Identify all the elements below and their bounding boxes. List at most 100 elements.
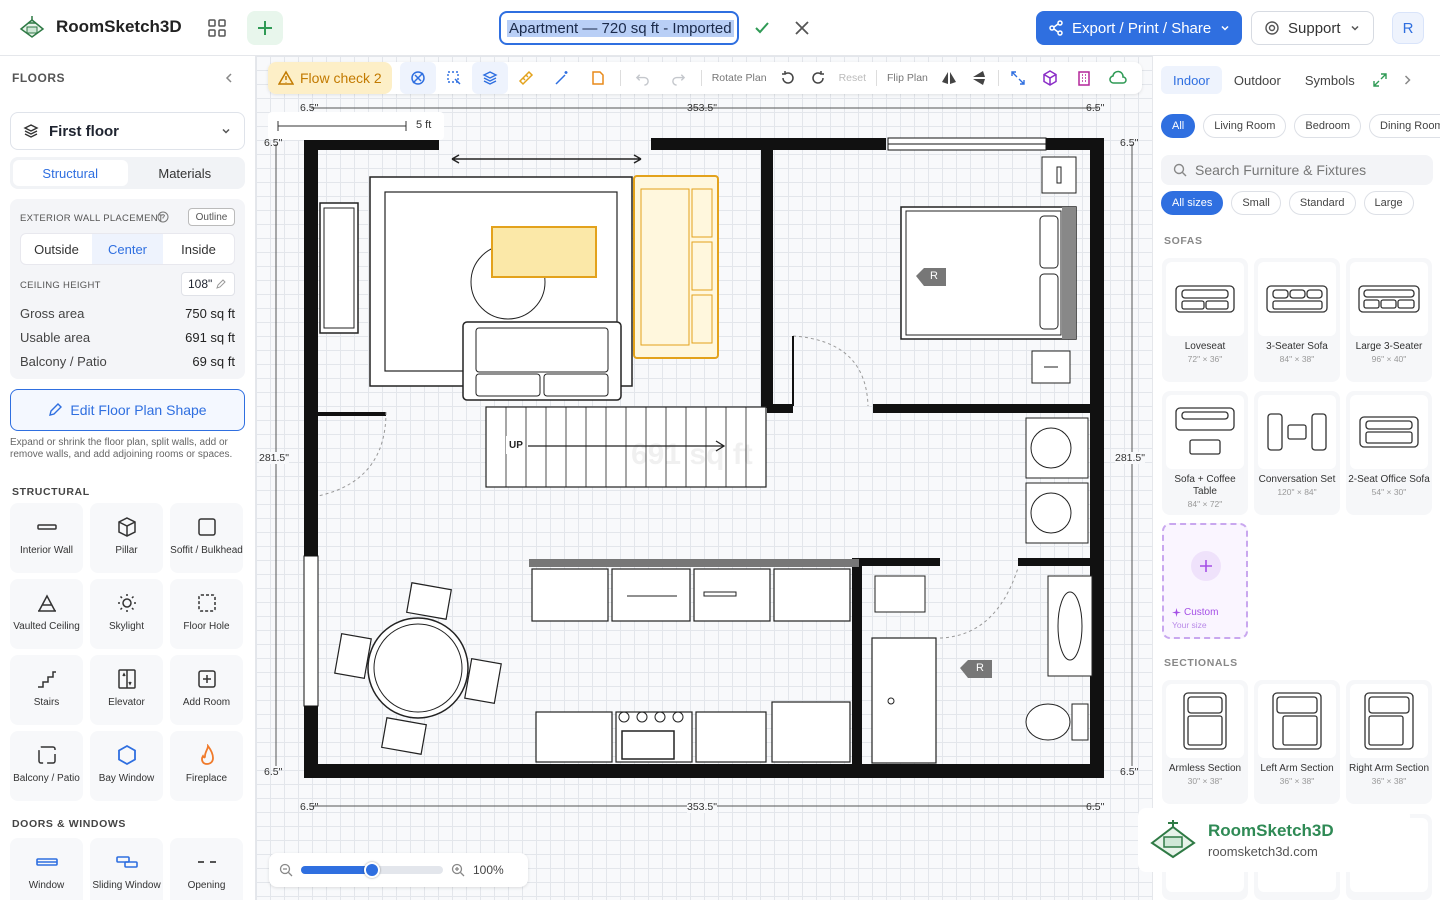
stat-gross: Gross area 750 sq ft [20, 306, 235, 321]
zoom-slider-handle[interactable] [364, 862, 380, 878]
chip-all-sizes[interactable]: All sizes [1161, 191, 1224, 215]
tab-materials[interactable]: Materials [128, 160, 243, 186]
pencil-icon [49, 403, 63, 416]
layers-button[interactable] [471, 62, 508, 94]
cloud-save-button[interactable] [1101, 62, 1135, 94]
note-tool-button[interactable] [580, 62, 616, 94]
chip-standard[interactable]: Standard [1288, 191, 1356, 215]
project-title-input[interactable]: Apartment — 720 sq ft - Imported [499, 11, 739, 45]
furniture-card[interactable]: 3-Seater Sofa 84" × 38" [1254, 258, 1340, 382]
floor-name: First floor [49, 122, 119, 140]
flame-icon [200, 744, 214, 765]
tool-pillar[interactable]: Pillar [90, 503, 163, 573]
tool-opening[interactable]: Opening [170, 838, 243, 900]
chip-small[interactable]: Small [1231, 191, 1281, 215]
note-icon [591, 71, 604, 85]
furniture-card[interactable]: Conversation Set 120" × 84" [1254, 391, 1340, 515]
confirm-title-button[interactable] [744, 11, 780, 45]
furniture-card[interactable]: Sofa + Coffee Table 84" × 72" [1162, 391, 1248, 515]
left-sidebar: FLOORS First floor Structural Materials … [0, 56, 256, 900]
flip-vertical-button[interactable] [964, 62, 994, 94]
furniture-name: Right Arm Section [1348, 763, 1430, 774]
tool-soffit[interactable]: Soffit / Bulkhead [170, 503, 243, 573]
share-icon [1049, 20, 1063, 36]
custom-furniture-card[interactable]: Custom Your size [1162, 523, 1248, 639]
tool-bay-window[interactable]: Bay Window [90, 731, 163, 801]
undo-button[interactable] [625, 62, 661, 94]
collapse-sidebar-icon[interactable] [222, 71, 236, 85]
dashboard-button[interactable] [199, 11, 235, 45]
tool-add-room[interactable]: Add Room [170, 655, 243, 725]
tool-window[interactable]: Window [10, 838, 83, 900]
chip-bedroom[interactable]: Bedroom [1294, 114, 1362, 138]
wall-placement-label: EXTERIOR WALL PLACEMENT [20, 213, 164, 224]
tool-fireplace[interactable]: Fireplace [170, 731, 243, 801]
tab-structural[interactable]: Structural [13, 160, 128, 186]
floor-plan-drawing[interactable] [256, 56, 1152, 900]
furniture-card[interactable]: Left Arm Section 36" × 38" [1254, 680, 1340, 804]
tab-symbols[interactable]: Symbols [1293, 66, 1367, 94]
area-overlay: 691 sq ft [631, 438, 753, 471]
export-button[interactable]: Export / Print / Share [1036, 11, 1242, 45]
user-avatar[interactable]: R [1392, 12, 1424, 44]
flip-horizontal-button[interactable] [934, 62, 964, 94]
ceiling-height-input[interactable]: 108" [181, 272, 235, 296]
edit-floor-plan-button[interactable]: Edit Floor Plan Shape [10, 389, 245, 431]
floor-select[interactable]: First floor [10, 112, 245, 150]
furniture-card[interactable]: Armless Section 30" × 38" [1162, 680, 1248, 804]
check-icon [755, 22, 769, 34]
tool-sliding-window[interactable]: Sliding Window [90, 838, 163, 900]
chip-all-rooms[interactable]: All [1161, 114, 1196, 138]
3d-view-button[interactable] [1033, 62, 1067, 94]
placement-inside[interactable]: Inside [163, 234, 234, 264]
add-button[interactable] [247, 11, 283, 45]
rotate-left-button[interactable] [773, 62, 803, 94]
tool-stairs[interactable]: Stairs [10, 655, 83, 725]
support-button[interactable]: Support [1251, 11, 1374, 45]
chevron-right-icon[interactable] [1401, 74, 1413, 86]
cancel-title-button[interactable] [784, 11, 820, 45]
sofas-heading: SOFAS [1164, 235, 1203, 247]
building-view-button[interactable] [1067, 62, 1101, 94]
loveseat-icon [1175, 285, 1235, 313]
placement-center[interactable]: Center [92, 234, 163, 264]
zoom-slider[interactable] [301, 862, 443, 878]
tool-interior-wall[interactable]: Interior Wall [10, 503, 83, 573]
rotate-right-button[interactable] [803, 62, 833, 94]
flow-check-button[interactable]: Flow check 2 [268, 62, 392, 94]
door-tag[interactable]: R [930, 270, 938, 282]
furniture-card[interactable]: Right Arm Section 36" × 38" [1346, 680, 1432, 804]
help-icon[interactable] [157, 211, 169, 223]
auto-tool-button[interactable] [544, 62, 580, 94]
tool-elevator[interactable]: Elevator [90, 655, 163, 725]
stat-label: Usable area [20, 330, 91, 345]
tab-outdoor[interactable]: Outdoor [1222, 66, 1293, 94]
placement-outside[interactable]: Outside [21, 234, 92, 264]
furniture-name: Loveseat [1184, 341, 1226, 352]
reset-button[interactable]: Reset [833, 72, 872, 84]
furniture-card[interactable]: Loveseat 72" × 36" [1162, 258, 1248, 382]
zoom-out-icon[interactable] [279, 863, 293, 877]
redo-button[interactable] [661, 62, 697, 94]
select-tool-button[interactable] [399, 62, 436, 94]
elevator-icon [117, 669, 136, 689]
fit-view-button[interactable] [1003, 62, 1033, 94]
tool-vaulted-ceiling[interactable]: Vaulted Ceiling [10, 579, 83, 649]
measure-tool-button[interactable] [508, 62, 544, 94]
marquee-tool-button[interactable] [436, 62, 472, 94]
tool-skylight[interactable]: Skylight [90, 579, 163, 649]
tab-indoor[interactable]: Indoor [1161, 66, 1222, 94]
floor-plan-canvas[interactable]: 6.5" 353.5" 6.5" 6.5" 6.5" 281.5" 281.5"… [256, 56, 1152, 900]
tool-balcony[interactable]: Balcony / Patio [10, 731, 83, 801]
furniture-card[interactable]: 2-Seat Office Sofa 54" × 30" [1346, 391, 1432, 515]
furniture-search[interactable]: Search Furniture & Fixtures [1161, 155, 1433, 185]
zoom-in-icon[interactable] [451, 863, 465, 877]
chip-large[interactable]: Large [1363, 191, 1414, 215]
chip-living-room[interactable]: Living Room [1203, 114, 1287, 138]
chip-dining-room[interactable]: Dining Room [1369, 114, 1440, 138]
door-tag[interactable]: R [976, 662, 984, 674]
furniture-card[interactable]: Large 3-Seater 96" × 40" [1346, 258, 1432, 382]
expand-panel-icon[interactable] [1373, 73, 1387, 87]
outline-button[interactable]: Outline [188, 208, 235, 226]
tool-floor-hole[interactable]: Floor Hole [170, 579, 243, 649]
